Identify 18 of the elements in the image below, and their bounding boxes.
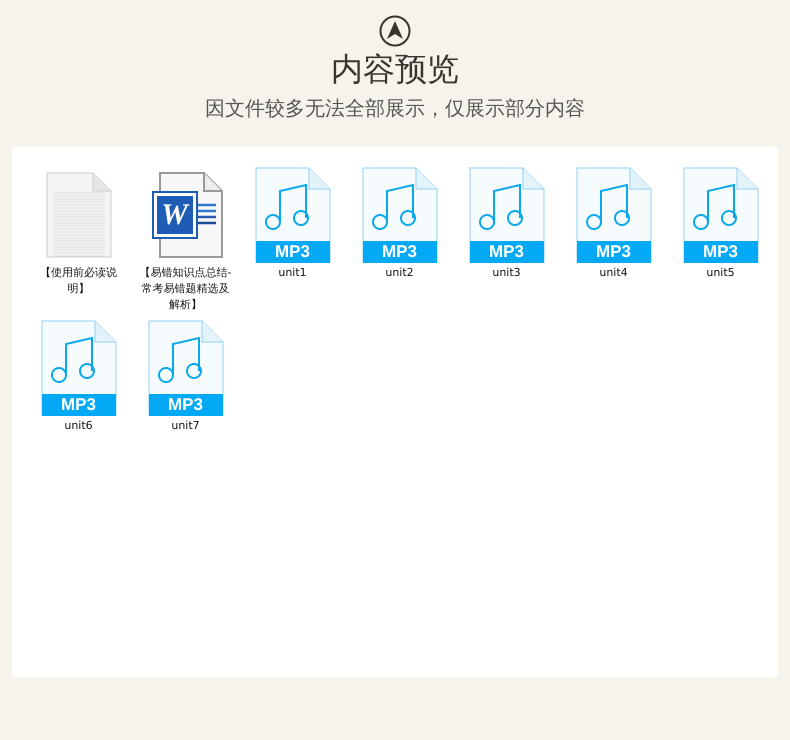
section-title: 内容预览 — [331, 49, 459, 89]
audio-file-icon: MP3 — [252, 167, 332, 263]
file-name: 【易错知识点总结-常考易错题精选及解析】 — [140, 265, 232, 313]
file-name: unit2 — [384, 265, 415, 281]
audio-file-icon: MP3 — [466, 167, 546, 263]
audio-file-icon: MP3 — [360, 167, 440, 263]
audio-file-icon: MP3 — [38, 320, 118, 416]
file-name: unit4 — [598, 265, 629, 281]
file-name: 【使用前必读说明】 — [39, 265, 118, 297]
audio-file-icon: MP3 — [574, 167, 654, 263]
section-subtitle: 因文件较多无法全部展示，仅展示部分内容 — [205, 95, 585, 122]
audio-file-icon: MP3 — [680, 167, 760, 263]
audio-file-icon: MP3 — [146, 320, 226, 416]
file-name: unit5 — [705, 265, 736, 281]
file-name: unit6 — [63, 418, 94, 434]
file-name: unit1 — [277, 265, 308, 281]
file-name: unit3 — [491, 265, 522, 281]
file-name: unit7 — [170, 418, 201, 434]
